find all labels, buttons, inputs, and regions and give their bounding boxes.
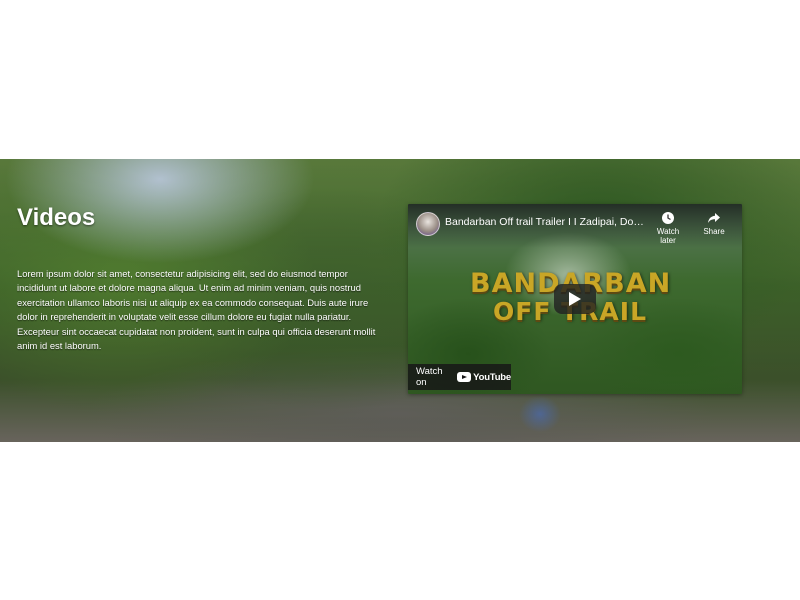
youtube-logo: YouTube xyxy=(457,372,511,383)
clock-icon xyxy=(662,212,674,224)
share-button[interactable]: Share xyxy=(694,211,734,236)
play-icon xyxy=(569,292,581,306)
youtube-wordmark: YouTube xyxy=(473,371,511,383)
watch-later-button[interactable]: Watch later xyxy=(648,211,688,245)
share-icon xyxy=(708,213,720,223)
channel-avatar[interactable] xyxy=(416,212,440,236)
share-label: Share xyxy=(703,227,725,236)
watch-on-label: Watch on xyxy=(416,366,443,388)
watch-later-label: Watch later xyxy=(656,227,680,245)
watch-on-youtube-button[interactable]: Watch on YouTube xyxy=(408,364,511,390)
play-button[interactable] xyxy=(554,284,596,314)
video-title[interactable]: Bandarban Off trail Trailer I I Zadipai,… xyxy=(445,216,645,228)
section-title: Videos xyxy=(17,204,96,231)
youtube-video-embed[interactable]: Bandarban Off trail Trailer I I Zadipai,… xyxy=(408,204,742,394)
youtube-play-icon xyxy=(457,372,472,382)
section-description: Lorem ipsum dolor sit amet, consectetur … xyxy=(17,268,376,352)
